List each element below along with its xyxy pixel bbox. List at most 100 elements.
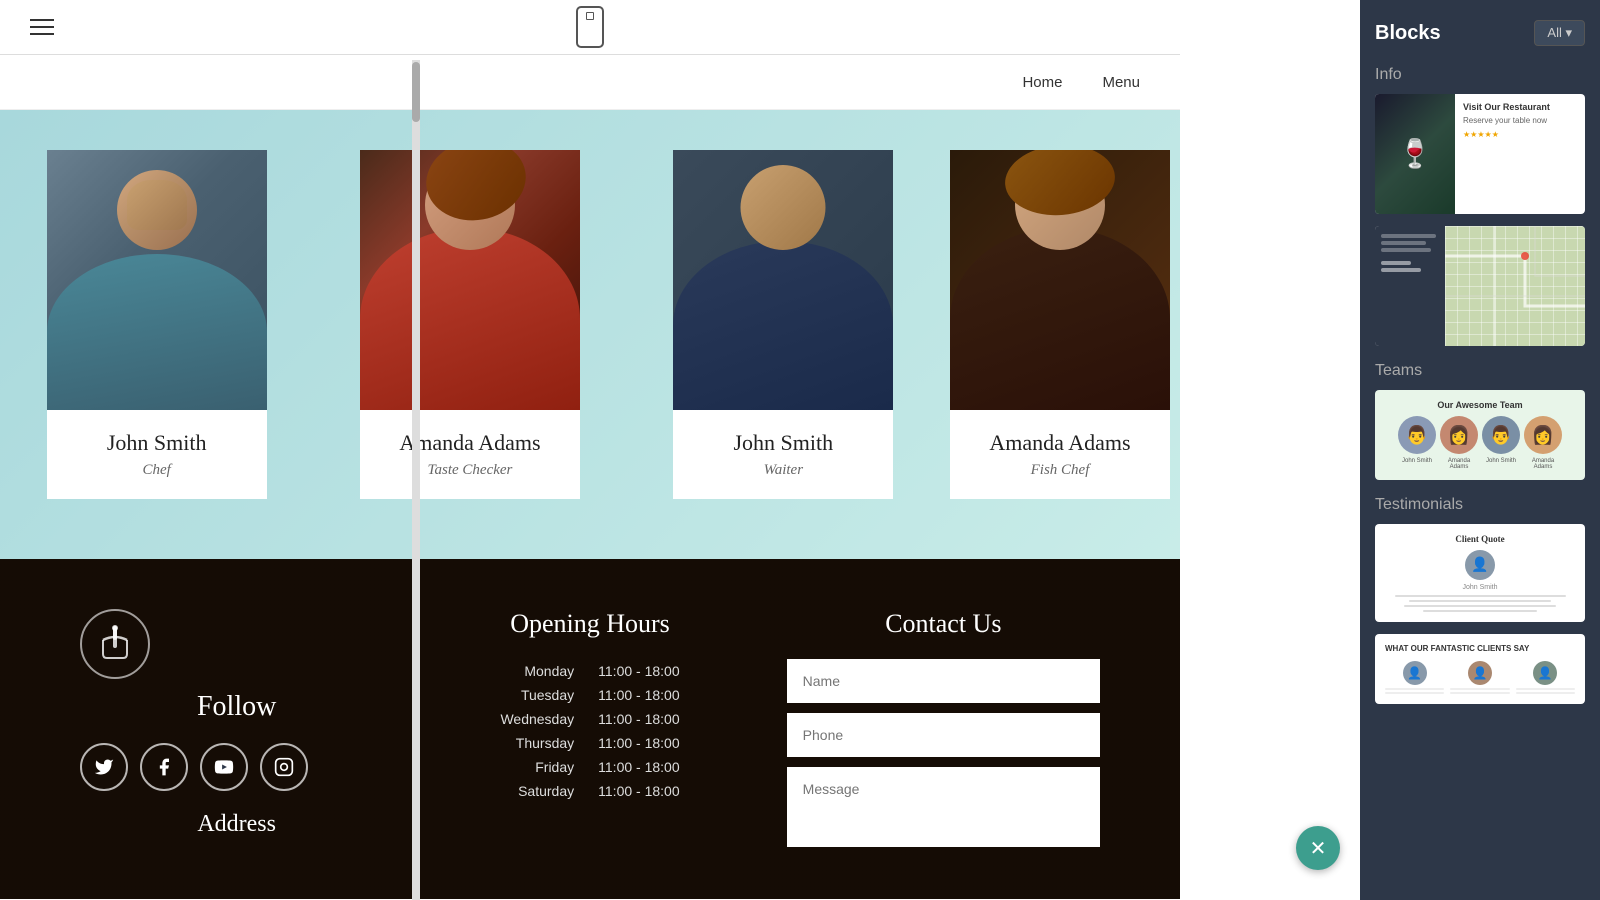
facebook-icon[interactable] xyxy=(140,743,188,791)
t-line-4 xyxy=(1423,610,1537,612)
test-lines-2 xyxy=(1450,688,1509,694)
scrollbar-track[interactable] xyxy=(412,60,420,900)
right-panel: Blocks All ▾ Info 🍷 Visit Our Restaurant… xyxy=(1360,0,1600,900)
hamburger-menu[interactable] xyxy=(30,19,54,35)
team-role-2: Taste Checker xyxy=(375,462,565,479)
team-card-3: John Smith Waiter xyxy=(627,150,940,499)
multi-test-title: WHAT OUR FANTASTIC CLIENTS SAY xyxy=(1385,644,1575,653)
contact-message-input[interactable] xyxy=(787,767,1100,847)
youtube-icon[interactable] xyxy=(200,743,248,791)
map-line-5 xyxy=(1381,268,1421,272)
contact-form xyxy=(787,659,1100,847)
day-thursday: Thursday xyxy=(433,731,590,755)
all-filter-button[interactable]: All ▾ xyxy=(1534,20,1585,46)
contact-title: Contact Us xyxy=(787,609,1100,639)
test-line-3b xyxy=(1516,692,1575,694)
team-name-2: Amanda Adams xyxy=(375,430,565,456)
team-name-3: John Smith xyxy=(688,430,878,456)
card1-stars: ★★★★★ xyxy=(1463,130,1577,139)
team-photo-4 xyxy=(950,150,1170,410)
footer-follow-col: Follow Address xyxy=(60,609,413,838)
hours-row-friday: Friday 11:00 - 18:00 xyxy=(433,755,746,779)
footer-section: Follow Address xyxy=(0,559,1180,899)
testimonials-section-title: Testimonials xyxy=(1375,496,1585,514)
mini-photo-4: 👩 xyxy=(1524,416,1562,454)
day-monday: Monday xyxy=(433,659,590,683)
opening-hours-title: Opening Hours xyxy=(433,609,746,639)
navigation-bar: Home Menu xyxy=(0,55,1180,110)
day-tuesday: Tuesday xyxy=(433,683,590,707)
test-mini-2: 👤 xyxy=(1450,661,1509,694)
panel-title: Blocks xyxy=(1375,22,1441,45)
team-info-3: John Smith Waiter xyxy=(673,410,893,499)
team-card-4: Amanda Adams Fish Chef xyxy=(940,150,1180,499)
mini-photo-1: 👨 xyxy=(1398,416,1436,454)
device-preview-icon[interactable] xyxy=(576,6,604,48)
team-photo-1 xyxy=(47,150,267,410)
test-line-2b xyxy=(1450,692,1509,694)
time-monday: 11:00 - 18:00 xyxy=(590,659,747,683)
panel-map-card[interactable] xyxy=(1375,226,1585,346)
restaurant-logo xyxy=(80,609,150,679)
time-thursday: 11:00 - 18:00 xyxy=(590,731,747,755)
team-card-1: John Smith Chef xyxy=(0,150,313,499)
test-line-1a xyxy=(1385,688,1444,690)
teams-preview-photos: 👨 👩 👨 👩 xyxy=(1385,416,1575,454)
team-card-2: Amanda Adams Taste Checker xyxy=(313,150,626,499)
hours-table: Monday 11:00 - 18:00 Tuesday 11:00 - 18:… xyxy=(433,659,746,803)
testimonial-lines xyxy=(1385,595,1575,612)
map-line-2 xyxy=(1381,241,1426,245)
card1-sub: Reserve your table now xyxy=(1463,115,1577,126)
day-wednesday: Wednesday xyxy=(433,707,590,731)
multi-test-row: 👤 👤 👤 xyxy=(1385,661,1575,694)
team-name-4: Amanda Adams xyxy=(965,430,1155,456)
teams-preview-card[interactable]: Our Awesome Team 👨 👩 👨 👩 John Smith Aman… xyxy=(1375,390,1585,480)
close-fab-button[interactable]: ✕ xyxy=(1296,826,1340,870)
hours-row-tuesday: Tuesday 11:00 - 18:00 xyxy=(433,683,746,707)
team-section: John Smith Chef Amanda Adams Taste Che xyxy=(0,110,1180,559)
test-mini-1: 👤 xyxy=(1385,661,1444,694)
mini-label-1: John Smith xyxy=(1398,458,1436,470)
contact-name-input[interactable] xyxy=(787,659,1100,703)
time-friday: 11:00 - 18:00 xyxy=(590,755,747,779)
time-tuesday: 11:00 - 18:00 xyxy=(590,683,747,707)
card1-title: Visit Our Restaurant xyxy=(1463,102,1577,112)
map-line-3 xyxy=(1381,248,1431,252)
mini-label-2: Amanda Adams xyxy=(1440,458,1478,470)
quote-label: Client Quote xyxy=(1385,534,1575,544)
map-visual xyxy=(1445,226,1585,346)
teams-section-title: Teams xyxy=(1375,362,1585,380)
test-avatar-3: 👤 xyxy=(1533,661,1557,685)
scrollbar-thumb[interactable] xyxy=(412,62,420,122)
map-line-4 xyxy=(1381,261,1411,265)
team-role-4: Fish Chef xyxy=(965,462,1155,479)
instagram-icon[interactable] xyxy=(260,743,308,791)
footer-contact-col: Contact Us xyxy=(767,609,1120,847)
team-info-2: Amanda Adams Taste Checker xyxy=(360,410,580,499)
time-wednesday: 11:00 - 18:00 xyxy=(590,707,747,731)
test-mini-3: 👤 xyxy=(1516,661,1575,694)
test-line-2a xyxy=(1450,688,1509,690)
panel-card-1-text: Visit Our Restaurant Reserve your table … xyxy=(1455,94,1585,214)
contact-phone-input[interactable] xyxy=(787,713,1100,757)
twitter-icon[interactable] xyxy=(80,743,128,791)
address-title: Address xyxy=(80,811,393,838)
multi-testimonial-card[interactable]: WHAT OUR FANTASTIC CLIENTS SAY 👤 👤 xyxy=(1375,634,1585,704)
t-line-2 xyxy=(1409,600,1552,602)
testimonial-card-1[interactable]: Client Quote 👤 John Smith xyxy=(1375,524,1585,622)
hours-row-thursday: Thursday 11:00 - 18:00 xyxy=(433,731,746,755)
mini-label-3: John Smith xyxy=(1482,458,1520,470)
teams-preview-title: Our Awesome Team xyxy=(1385,400,1575,410)
team-name-1: John Smith xyxy=(62,430,252,456)
social-icons-row xyxy=(80,743,393,791)
test-line-1b xyxy=(1385,692,1444,694)
mini-photo-2: 👩 xyxy=(1440,416,1478,454)
wine-image: 🍷 xyxy=(1375,94,1455,214)
nav-home[interactable]: Home xyxy=(1022,74,1062,91)
test-avatar-1: 👤 xyxy=(1403,661,1427,685)
nav-menu[interactable]: Menu xyxy=(1102,74,1140,91)
info-section-title: Info xyxy=(1375,66,1585,84)
map-roads-svg xyxy=(1445,226,1585,346)
day-saturday: Saturday xyxy=(433,779,590,803)
panel-info-card-1[interactable]: 🍷 Visit Our Restaurant Reserve your tabl… xyxy=(1375,94,1585,214)
